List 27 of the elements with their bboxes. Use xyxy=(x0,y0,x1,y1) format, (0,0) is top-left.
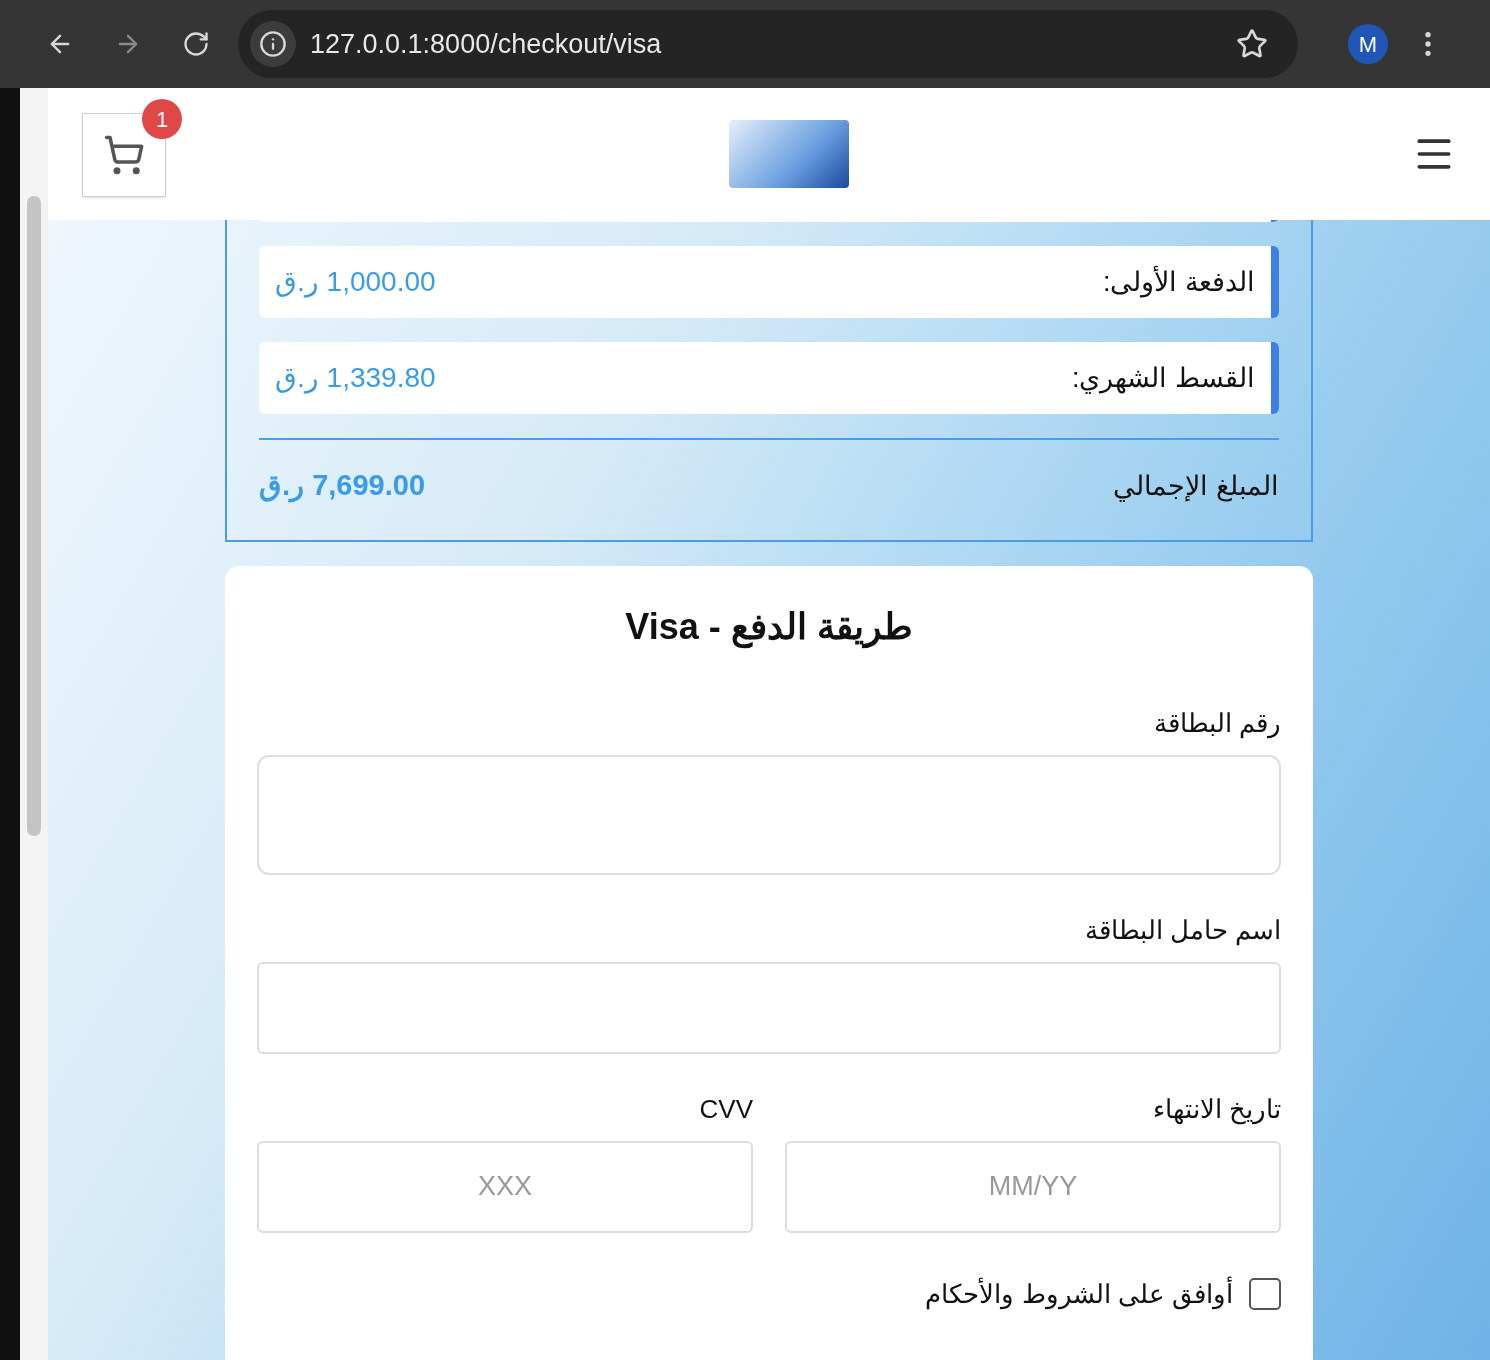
cart-count-badge: 1 xyxy=(142,99,182,139)
cart-icon xyxy=(103,134,145,176)
url-text: 127.0.0.1:8000/checkout/visa xyxy=(310,27,663,61)
field-label: رقم البطاقة xyxy=(1152,706,1281,741)
reload-icon[interactable] xyxy=(182,30,210,58)
scrollbar-thumb[interactable] xyxy=(27,196,41,836)
cart-button[interactable] xyxy=(82,113,166,197)
payment-title: طريقة الدفع - Visa xyxy=(624,604,914,651)
profile-avatar[interactable]: M xyxy=(1348,24,1388,64)
summary-value: 1,339.80 ر.ق xyxy=(275,361,436,396)
summary-value: 1,000.00 ر.ق xyxy=(275,265,436,300)
summary-label: الدفعة الأولى: xyxy=(1103,264,1255,300)
field-label: تاريخ الانتهاء xyxy=(1151,1092,1281,1127)
cardholder-name-field[interactable] xyxy=(257,961,1281,1054)
card-number-field[interactable] xyxy=(257,754,1281,875)
cvv-field[interactable]: XXX xyxy=(257,1140,753,1233)
field-label: اسم حامل البطاقة xyxy=(1083,913,1281,948)
terms-label: أوافق على الشروط والأحكام xyxy=(925,1275,1233,1312)
total-value: 7,699.00 ر.ق xyxy=(259,468,425,505)
site-info-icon[interactable] xyxy=(259,30,287,58)
address-bar[interactable]: 127.0.0.1:8000/checkout/visa xyxy=(238,10,1298,78)
expiry-field[interactable]: MM/YY xyxy=(785,1140,1281,1233)
field-label: CVV xyxy=(698,1092,753,1126)
summary-label: القسط الشهري: xyxy=(1072,361,1255,396)
terms-checkbox[interactable] xyxy=(1249,1278,1281,1310)
bookmark-star-icon[interactable] xyxy=(1236,28,1268,60)
total-label: المبلغ الإجمالي xyxy=(1113,469,1279,504)
